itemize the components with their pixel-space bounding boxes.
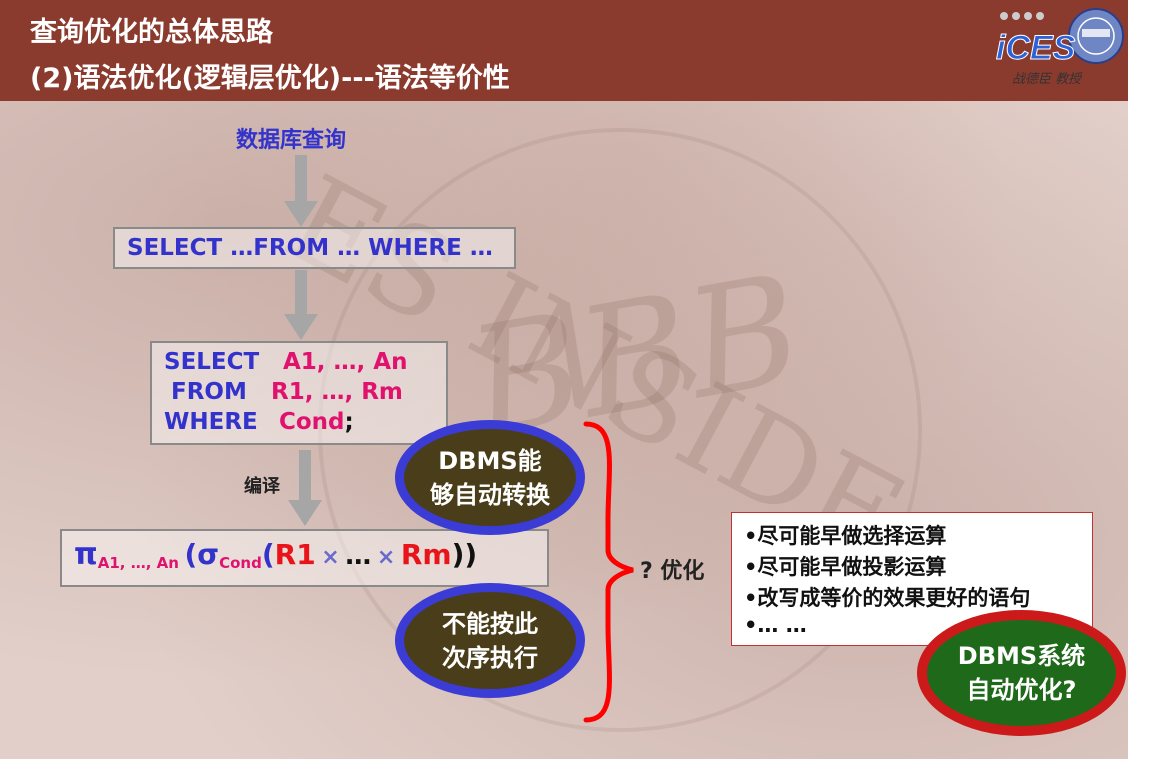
cannot-execute-ellipse: 不能按此 次序执行 — [395, 583, 585, 698]
sql-where-args: Cond — [279, 409, 345, 435]
dbms-auto-optimize-line1: DBMS系统 — [957, 642, 1086, 670]
slide-title: 查询优化的总体思路 — [30, 17, 273, 48]
cross-product-symbol: × — [376, 545, 396, 570]
cannot-execute-line1: 不能按此 — [442, 609, 538, 638]
sql-select-keyword: SELECT — [164, 349, 260, 375]
right-margin — [1128, 0, 1151, 759]
formula-open-paren: ( — [184, 538, 198, 571]
slide-subtitle: (2)语法优化(逻辑层优化)---语法等价性 — [30, 63, 510, 94]
selection-symbol: σ — [197, 538, 220, 571]
relational-algebra-formula: πA1, …, An (σCond(R1 × … × Rm)) — [74, 537, 477, 572]
arrow-down-icon — [284, 155, 318, 227]
relation-rm: Rm — [400, 538, 452, 571]
tip-item: •尽可能早做选择运算 — [744, 524, 947, 548]
auto-transform-line1: DBMS能 — [438, 446, 542, 475]
relation-r1: R1 — [274, 538, 316, 571]
tip-item: •改写成等价的效果更好的语句 — [744, 586, 1031, 610]
formula-ellipsis: … — [345, 541, 372, 571]
selection-condition: Cond — [219, 554, 262, 573]
arrow-down-icon — [288, 450, 322, 526]
header-bar: 查询优化的总体思路 (2)语法优化(逻辑层优化)---语法等价性 iCES 战德… — [0, 0, 1128, 101]
formula-open-paren-2: ( — [261, 538, 275, 571]
arrow-down-icon — [284, 270, 318, 340]
formula-close-paren: )) — [451, 538, 478, 571]
tip-item: •尽可能早做投影运算 — [744, 555, 947, 579]
cannot-execute-line2: 次序执行 — [442, 643, 538, 672]
database-query-label: 数据库查询 — [236, 128, 347, 153]
relational-algebra-box: πA1, …, An (σCond(R1 × … × Rm)) — [60, 529, 549, 587]
cross-product-symbol: × — [321, 545, 340, 570]
sql-from-keyword: FROM — [171, 379, 247, 405]
sql-where-keyword: WHERE — [164, 409, 258, 435]
sql-select-args: A1, …, An — [283, 349, 408, 375]
right-brace-icon — [583, 421, 634, 723]
optimize-label: ? 优化 — [640, 559, 705, 584]
dbms-auto-optimize-ellipse: DBMS系统 自动优化? — [917, 610, 1126, 736]
projection-symbol: π — [74, 537, 98, 572]
projection-attributes: A1, …, An — [97, 554, 179, 573]
auto-transform-line2: 够自动转换 — [430, 480, 550, 509]
dbms-auto-optimize-line2: 自动优化? — [966, 676, 1077, 704]
sql-detail-box: SELECT A1, …, An FROM R1, …, Rm WHERE Co… — [150, 341, 448, 445]
sql-terminator: ; — [344, 409, 354, 435]
sql-from-args: R1, …, Rm — [271, 379, 403, 405]
auto-transform-ellipse: DBMS能 够自动转换 — [395, 420, 585, 535]
compile-label: 编译 — [244, 476, 280, 497]
logo-caption: 战德臣 教授 — [1012, 72, 1082, 87]
sql-template-text: SELECT …FROM … WHERE … — [127, 235, 493, 261]
logo-letters: iCES — [996, 29, 1076, 67]
slide: ES INSIDE BBB 查询优化的总体思路 (2)语法优化(逻辑层优化)--… — [0, 0, 1151, 759]
sql-template-box: SELECT …FROM … WHERE … — [113, 227, 516, 269]
tip-item: •… … — [744, 613, 807, 637]
